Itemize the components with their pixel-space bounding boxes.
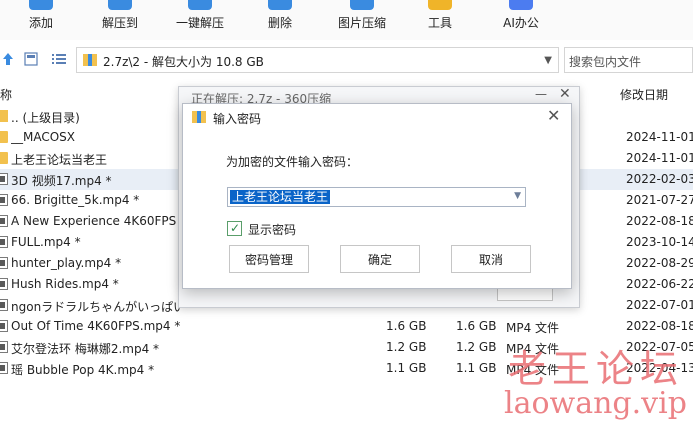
folder-icon: [0, 110, 8, 122]
file-date: 2022-02-03: [626, 172, 693, 186]
search-placeholder: 搜索包内文件: [569, 55, 642, 69]
file-size: 1.6 GB: [386, 319, 427, 333]
extract-to-button[interactable]: 解压到: [92, 0, 148, 40]
close-icon[interactable]: ✕: [547, 107, 560, 125]
archive-icon: [192, 111, 206, 123]
arrow-up-icon[interactable]: [2, 52, 14, 66]
dialog-titlebar: 输入密码 ✕: [183, 104, 571, 130]
show-password-checkbox[interactable]: ✓: [227, 221, 242, 236]
video-file-icon: [0, 299, 8, 311]
chevron-down-icon[interactable]: ▼: [514, 191, 521, 201]
minimize-icon[interactable]: —: [535, 87, 547, 101]
file-name: __MACOSX: [11, 130, 76, 144]
file-name: FULL.mp4 *: [11, 235, 81, 249]
close-icon[interactable]: ✕: [559, 86, 571, 102]
file-name: 上老王论坛当老王: [11, 153, 108, 167]
file-size: 1.1 GB: [386, 361, 427, 375]
file-name: 3D 视频17.mp4 *: [11, 174, 112, 188]
video-file-icon: [0, 236, 8, 248]
cancel-button[interactable]: 取消: [451, 245, 531, 273]
delete-button[interactable]: 删除: [252, 0, 308, 40]
delete-icon: [268, 0, 292, 10]
column-date[interactable]: 修改日期: [620, 86, 668, 103]
file-name: 艾尔登法环 梅琳娜2.mp4 *: [11, 342, 160, 356]
file-name: 66. Brigitte_5k.mp4 *: [11, 193, 140, 207]
list-view-icon[interactable]: [52, 53, 66, 65]
tools-icon: [428, 0, 452, 10]
main-toolbar: 添加 解压到 一键解压 删除 图片压缩 工具 AI办公: [0, 0, 693, 40]
file-packed-size: 1.1 GB: [456, 361, 497, 375]
password-dialog: 输入密码 ✕ 为加密的文件输入密码： 上老王论坛当老王 ▼ ✓ 显示密码 密码管…: [182, 103, 572, 289]
ai-office-icon: [509, 0, 533, 10]
extract-to-icon: [108, 0, 132, 10]
chevron-down-icon[interactable]: ▼: [544, 55, 552, 66]
file-date: 2022-06-22: [626, 277, 693, 291]
folder-icon: [0, 152, 8, 164]
file-date: 2022-08-29: [626, 256, 693, 270]
file-name: Hush Rides.mp4 *: [11, 277, 119, 291]
path-input[interactable]: 2.7z\2 - 解包大小为 10.8 GB ▼: [76, 47, 559, 73]
video-file-icon: [0, 320, 8, 332]
watermark-cn: 老王论坛: [508, 347, 685, 391]
file-packed-size: 1.6 GB: [456, 319, 497, 333]
checkmark-icon: ✓: [230, 221, 241, 235]
file-date: 2023-10-14: [626, 235, 693, 249]
file-name: ngonラドラルちゃんがいっぱい: [11, 300, 181, 314]
video-file-icon: [0, 194, 8, 206]
one-click-extract-button[interactable]: 一键解压: [168, 0, 232, 40]
video-file-icon: [0, 362, 8, 374]
file-packed-size: 1.2 GB: [456, 340, 497, 354]
ai-office-button[interactable]: AI办公: [492, 0, 550, 40]
image-compress-button[interactable]: 图片压缩: [330, 0, 394, 40]
watermark: 老王论坛 laowang.vip: [498, 330, 693, 428]
video-file-icon: [0, 341, 8, 353]
address-bar: 2.7z\2 - 解包大小为 10.8 GB ▼ 搜索包内文件: [0, 44, 693, 76]
search-input[interactable]: 搜索包内文件: [564, 47, 693, 73]
watermark-en: laowang.vip: [504, 386, 687, 421]
file-date: 2022-08-18: [626, 214, 693, 228]
show-password-label: 显示密码: [248, 223, 297, 237]
file-date: 2024-11-01: [626, 130, 693, 144]
password-manager-button[interactable]: 密码管理: [229, 245, 309, 273]
file-name: A New Experience 4K60FPS M: [11, 214, 181, 228]
one-click-extract-icon: [188, 0, 212, 10]
folder-icon: [0, 131, 8, 143]
ok-button[interactable]: 确定: [340, 245, 420, 273]
video-file-icon: [0, 257, 8, 269]
path-text: 2.7z\2 - 解包大小为 10.8 GB: [103, 55, 264, 69]
column-name[interactable]: 称: [0, 86, 12, 103]
file-name: Out Of Time 4K60FPS.mp4 *: [11, 319, 181, 333]
password-prompt: 为加密的文件输入密码：: [226, 155, 359, 169]
file-size: 1.2 GB: [386, 340, 427, 354]
file-date: 2024-11-01: [626, 151, 693, 165]
video-file-icon: [0, 278, 8, 290]
file-date: 2022-07-01: [626, 298, 693, 312]
video-file-icon: [0, 215, 8, 227]
archive-icon: [83, 54, 97, 66]
tools-button[interactable]: 工具: [412, 0, 468, 40]
add-button[interactable]: 添加: [14, 0, 68, 40]
password-input[interactable]: 上老王论坛当老王 ▼: [227, 187, 526, 207]
image-compress-icon: [350, 0, 374, 10]
file-name: .. (上级目录): [11, 111, 80, 125]
dialog-title: 输入密码: [213, 112, 262, 126]
thumbnail-view-icon[interactable]: [24, 52, 38, 66]
video-file-icon: [0, 173, 8, 185]
file-date: 2021-07-27: [626, 193, 693, 207]
file-name: 瑶 Bubble Pop 4K.mp4 *: [11, 363, 155, 377]
add-icon: [29, 0, 53, 10]
file-name: hunter_play.mp4 *: [11, 256, 122, 270]
password-value: 上老王论坛当老王: [230, 190, 331, 204]
